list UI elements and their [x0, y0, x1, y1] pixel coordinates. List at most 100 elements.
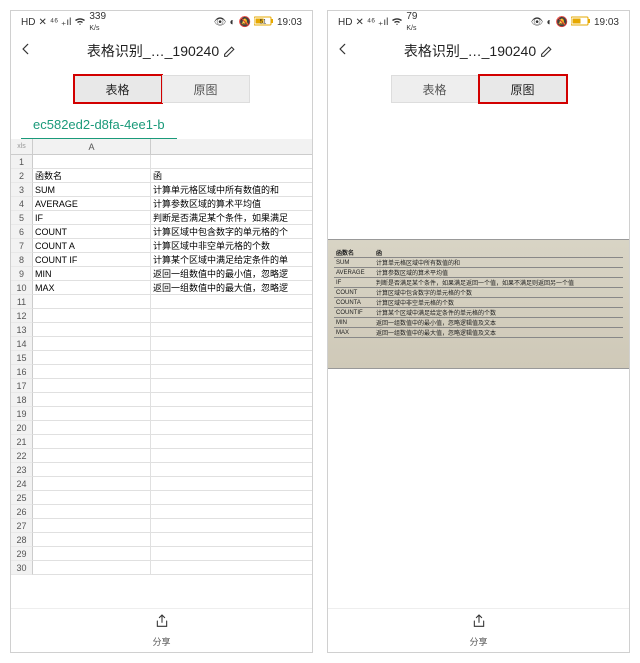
row-header[interactable]: 21 — [11, 435, 33, 449]
cell-a[interactable]: SUM — [33, 183, 151, 197]
cell-b[interactable] — [151, 435, 312, 449]
row-header[interactable]: 26 — [11, 505, 33, 519]
cell-b[interactable] — [151, 379, 312, 393]
row-header[interactable]: 9 — [11, 267, 33, 281]
cell-a[interactable] — [33, 519, 151, 533]
table-row[interactable]: 7COUNT A计算区域中非空单元格的个数 — [11, 239, 312, 253]
cell-a[interactable] — [33, 351, 151, 365]
row-header[interactable]: 8 — [11, 253, 33, 267]
cell-a[interactable] — [33, 561, 151, 575]
edit-icon[interactable] — [540, 45, 553, 58]
row-header[interactable]: 5 — [11, 211, 33, 225]
table-row[interactable]: 26 — [11, 505, 312, 519]
column-header-a[interactable]: A — [33, 139, 151, 155]
table-row[interactable]: 29 — [11, 547, 312, 561]
back-button[interactable] — [336, 42, 350, 61]
row-header[interactable]: 4 — [11, 197, 33, 211]
cell-b[interactable] — [151, 463, 312, 477]
row-header[interactable]: 16 — [11, 365, 33, 379]
row-header[interactable]: 27 — [11, 519, 33, 533]
table-row[interactable]: 14 — [11, 337, 312, 351]
table-row[interactable]: 12 — [11, 309, 312, 323]
cell-b[interactable] — [151, 561, 312, 575]
cell-a[interactable] — [33, 463, 151, 477]
table-row[interactable]: 18 — [11, 393, 312, 407]
row-header[interactable]: 19 — [11, 407, 33, 421]
row-header[interactable]: 24 — [11, 477, 33, 491]
row-header[interactable]: 12 — [11, 309, 33, 323]
row-header[interactable]: 18 — [11, 393, 33, 407]
cell-b[interactable] — [151, 337, 312, 351]
cell-b[interactable] — [151, 547, 312, 561]
table-row[interactable]: 25 — [11, 491, 312, 505]
table-row[interactable]: 6COUNT计算区域中包含数字的单元格的个 — [11, 225, 312, 239]
cell-b[interactable] — [151, 491, 312, 505]
original-image-view[interactable]: 函数名函SUM计算单元格区域中所有数值的和AVERAGE计算参数区域的算术平均值… — [328, 109, 629, 608]
cell-a[interactable] — [33, 477, 151, 491]
row-header[interactable]: 23 — [11, 463, 33, 477]
edit-icon[interactable] — [223, 45, 236, 58]
cell-a[interactable] — [33, 309, 151, 323]
cell-b[interactable]: 函 — [151, 169, 312, 183]
cell-a[interactable]: COUNT A — [33, 239, 151, 253]
table-row[interactable]: 4AVERAGE计算参数区域的算术平均值 — [11, 197, 312, 211]
table-row[interactable]: 10MAX返回一组数值中的最大值，忽略逻 — [11, 281, 312, 295]
cell-a[interactable]: AVERAGE — [33, 197, 151, 211]
cell-b[interactable] — [151, 295, 312, 309]
row-header[interactable]: 6 — [11, 225, 33, 239]
table-row[interactable]: 16 — [11, 365, 312, 379]
row-header[interactable]: 20 — [11, 421, 33, 435]
cell-b[interactable] — [151, 449, 312, 463]
cell-a[interactable] — [33, 491, 151, 505]
cell-a[interactable] — [33, 323, 151, 337]
tab-original[interactable]: 原图 — [162, 75, 250, 103]
column-header-b[interactable] — [151, 139, 312, 155]
row-header[interactable]: 7 — [11, 239, 33, 253]
cell-b[interactable]: 返回一组数值中的最小值，忽略逻 — [151, 267, 312, 281]
back-button[interactable] — [19, 42, 33, 61]
cell-a[interactable]: IF — [33, 211, 151, 225]
cell-a[interactable] — [33, 435, 151, 449]
cell-a[interactable] — [33, 505, 151, 519]
cell-b[interactable] — [151, 309, 312, 323]
share-button[interactable] — [471, 613, 487, 634]
cell-a[interactable] — [33, 547, 151, 561]
cell-b[interactable]: 计算参数区域的算术平均值 — [151, 197, 312, 211]
tab-original[interactable]: 原图 — [479, 75, 567, 103]
cell-b[interactable] — [151, 407, 312, 421]
cell-b[interactable] — [151, 421, 312, 435]
table-row[interactable]: 23 — [11, 463, 312, 477]
row-header[interactable]: 22 — [11, 449, 33, 463]
row-header[interactable]: 25 — [11, 491, 33, 505]
cell-b[interactable] — [151, 505, 312, 519]
row-header[interactable]: 3 — [11, 183, 33, 197]
cell-a[interactable] — [33, 421, 151, 435]
row-header[interactable]: 10 — [11, 281, 33, 295]
table-row[interactable]: 2函数名函 — [11, 169, 312, 183]
cell-b[interactable] — [151, 351, 312, 365]
table-row[interactable]: 22 — [11, 449, 312, 463]
row-header[interactable]: 1 — [11, 155, 33, 169]
cell-b[interactable] — [151, 365, 312, 379]
cell-b[interactable]: 计算区域中非空单元格的个数 — [151, 239, 312, 253]
table-row[interactable]: 19 — [11, 407, 312, 421]
table-row[interactable]: 30 — [11, 561, 312, 575]
cell-a[interactable] — [33, 393, 151, 407]
cell-b[interactable] — [151, 533, 312, 547]
cell-a[interactable]: 函数名 — [33, 169, 151, 183]
cell-a[interactable] — [33, 379, 151, 393]
table-row[interactable]: 11 — [11, 295, 312, 309]
share-button[interactable] — [154, 613, 170, 634]
cell-b[interactable] — [151, 519, 312, 533]
cell-a[interactable] — [33, 295, 151, 309]
tab-table[interactable]: 表格 — [74, 75, 162, 103]
cell-b[interactable]: 计算单元格区域中所有数值的和 — [151, 183, 312, 197]
table-row[interactable]: 28 — [11, 533, 312, 547]
cell-a[interactable] — [33, 533, 151, 547]
cell-a[interactable]: COUNT IF — [33, 253, 151, 267]
row-header[interactable]: 13 — [11, 323, 33, 337]
row-header[interactable]: 28 — [11, 533, 33, 547]
cell-b[interactable]: 计算区域中包含数字的单元格的个 — [151, 225, 312, 239]
row-header[interactable]: 30 — [11, 561, 33, 575]
table-row[interactable]: 21 — [11, 435, 312, 449]
